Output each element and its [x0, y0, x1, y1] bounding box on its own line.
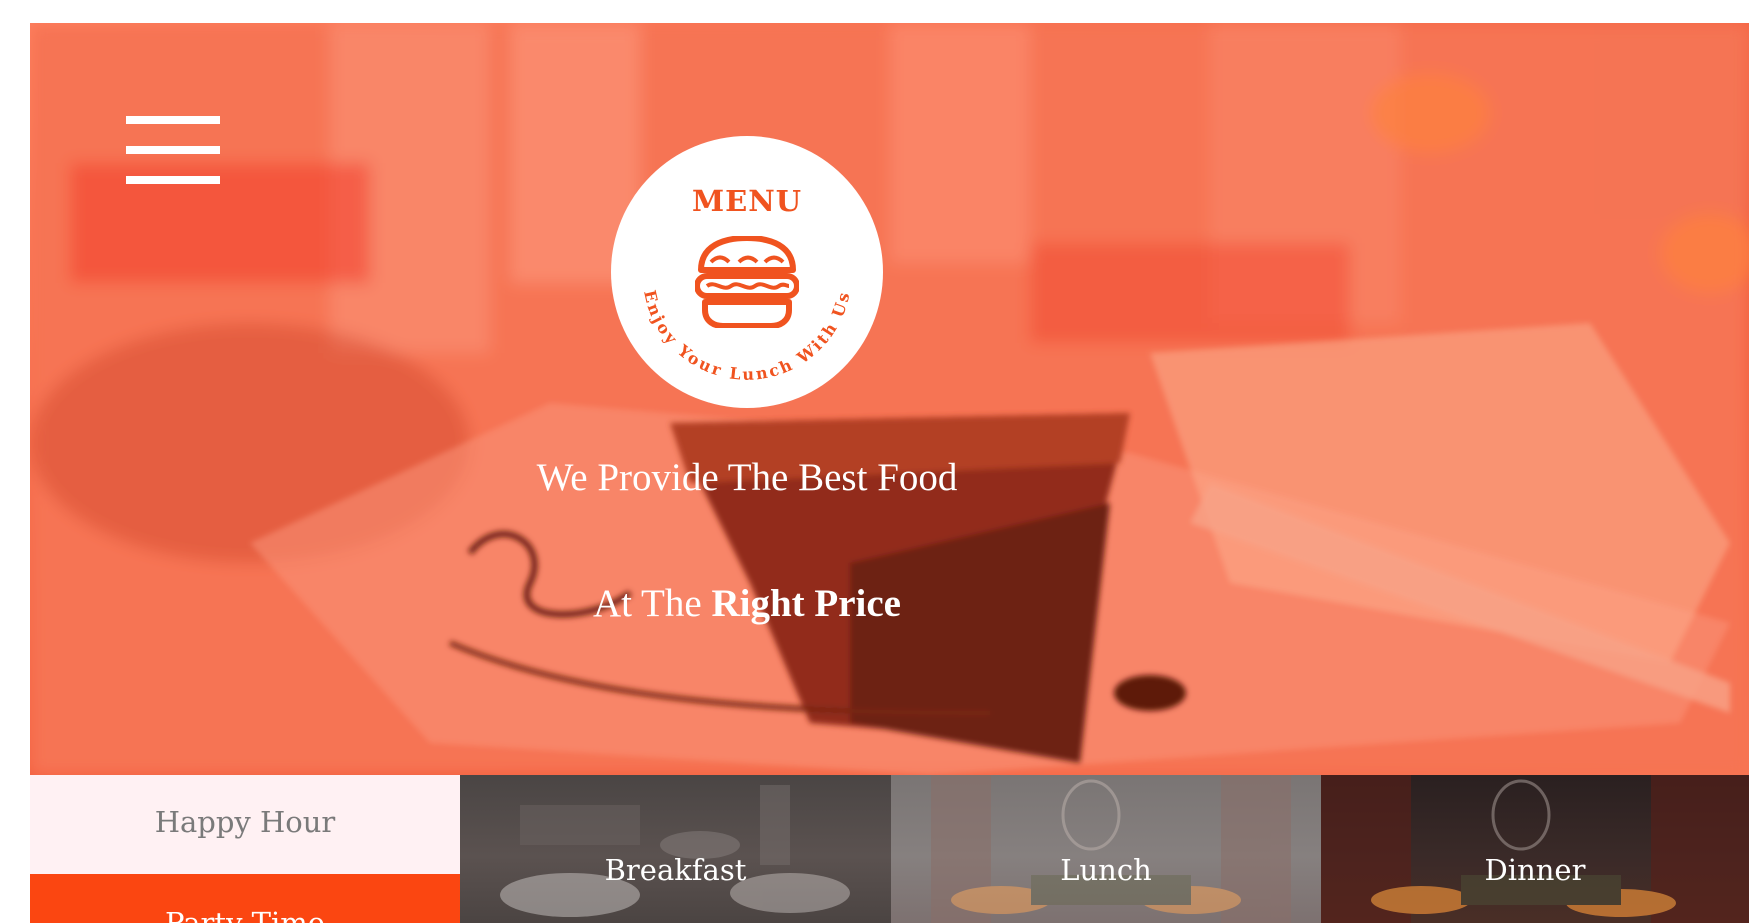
tile-dinner[interactable]: Dinner: [1321, 775, 1749, 923]
menu-logo-badge[interactable]: MENU Enjoy Your Lunch With Us: [611, 136, 883, 408]
hamburger-bar: [126, 176, 220, 184]
hero-banner: MENU Enjoy Your Lunch With Us We Provide…: [30, 23, 1749, 775]
hamburger-bar: [126, 146, 220, 154]
tagline-emphasis: Right Price: [711, 582, 901, 625]
tile-breakfast[interactable]: Breakfast: [460, 775, 891, 923]
hamburger-menu-icon[interactable]: [126, 116, 220, 184]
page: MENU Enjoy Your Lunch With Us We Provide…: [30, 23, 1749, 923]
breakfast-background-photo: [500, 785, 850, 917]
tile-label: Happy Hour: [154, 805, 336, 839]
tile-happy-hour[interactable]: Happy Hour: [30, 775, 460, 874]
lunch-background-photo: [931, 775, 1291, 923]
hero-tagline-secondary: At The Right Price: [30, 581, 1464, 626]
tile-label: Breakfast: [604, 853, 747, 887]
dinner-background-photo: [1321, 775, 1749, 923]
hero-tagline-primary: We Provide The Best Food: [536, 456, 958, 499]
tile-party-time[interactable]: Party Time: [30, 874, 460, 923]
tile-lunch[interactable]: Lunch: [891, 775, 1321, 923]
hamburger-bar: [126, 116, 220, 124]
category-tiles: Happy Hour Party Time Breakfast Lunch Di…: [30, 775, 1749, 923]
tile-label: Dinner: [1484, 853, 1586, 887]
tile-label: Party Time: [165, 906, 325, 923]
tagline-prefix: At The: [593, 582, 702, 625]
svg-text:Enjoy Your Lunch With Us: Enjoy Your Lunch With Us: [640, 288, 854, 384]
logo-arc-text: Enjoy Your Lunch With Us: [640, 288, 854, 384]
tile-label: Lunch: [1060, 853, 1152, 887]
logo-arc-label: Enjoy Your Lunch With Us: [640, 288, 851, 384]
hero-color-overlay: [30, 23, 1749, 775]
